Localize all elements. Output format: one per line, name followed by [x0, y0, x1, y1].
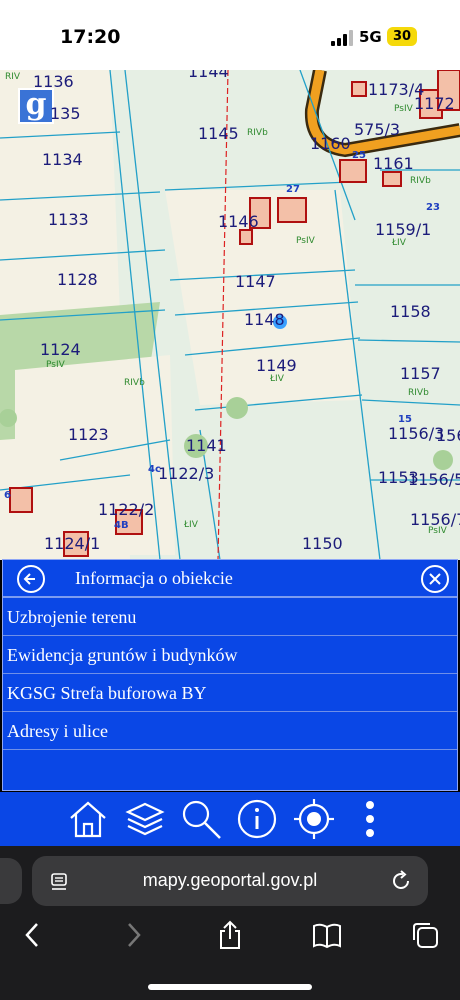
- parcel-label[interactable]: 1124/1: [44, 534, 100, 553]
- address-number: 25: [352, 150, 366, 161]
- land-class-label: RIVb: [247, 128, 268, 138]
- home-icon[interactable]: [67, 798, 109, 840]
- layers-icon[interactable]: [124, 798, 166, 840]
- bookmarks-icon[interactable]: [312, 920, 342, 950]
- parcel-label[interactable]: 1148: [244, 310, 285, 329]
- land-class-label: PsIV: [394, 104, 413, 114]
- locate-icon[interactable]: [293, 798, 335, 840]
- parcel-label[interactable]: 1134: [42, 150, 83, 169]
- parcel-label[interactable]: 1136: [33, 72, 74, 91]
- parcel-label[interactable]: 135: [50, 104, 81, 123]
- more-icon[interactable]: [349, 798, 391, 840]
- land-class-label: RIV: [5, 72, 21, 82]
- url-bar[interactable]: mapy.geoportal.gov.pl: [32, 856, 428, 906]
- parcel-label[interactable]: 1160: [310, 134, 351, 153]
- info-icon[interactable]: [236, 798, 278, 840]
- land-class-label: ŁIV: [270, 374, 284, 384]
- parcel-label[interactable]: 1145: [198, 124, 239, 143]
- forward-icon[interactable]: [118, 920, 148, 950]
- address-number: 4c: [148, 464, 161, 475]
- parcel-label[interactable]: 1161: [373, 154, 414, 173]
- status-time: 17:20: [60, 26, 121, 48]
- land-class-label: RIVb: [410, 176, 431, 186]
- parcel-label[interactable]: 1146: [218, 212, 259, 231]
- parcel-label[interactable]: 1158: [390, 302, 431, 321]
- parcel-label[interactable]: 1149: [256, 356, 297, 375]
- address-number: 23: [426, 202, 440, 213]
- address-number: 27: [286, 184, 300, 195]
- network-type: 5G: [359, 28, 382, 46]
- close-icon: [429, 573, 441, 585]
- address-number: 15: [398, 414, 412, 425]
- parcel-label[interactable]: 1141: [186, 436, 227, 455]
- panel-header: Informacja o obiekcie: [3, 560, 457, 598]
- land-class-label: RIVb: [124, 378, 145, 388]
- tabs-icon[interactable]: [410, 920, 440, 950]
- parcel-label[interactable]: 1124: [40, 340, 81, 359]
- parcel-label[interactable]: 1122/2: [98, 500, 154, 519]
- parcel-label[interactable]: 1147: [235, 272, 276, 291]
- panel-item-addresses[interactable]: Adresy i ulice: [3, 712, 457, 750]
- parcel-label[interactable]: 1159/1: [375, 220, 431, 239]
- home-indicator: [148, 984, 312, 990]
- back-button[interactable]: [17, 565, 45, 593]
- search-icon[interactable]: [180, 798, 222, 840]
- parcel-label[interactable]: 1122/3: [158, 464, 214, 483]
- map-toolbar: [0, 792, 460, 846]
- panel-item-land-registry[interactable]: Ewidencja gruntów i budynków: [3, 636, 457, 674]
- parcel-label[interactable]: 1157: [400, 364, 441, 383]
- previous-tab[interactable]: [0, 858, 22, 904]
- land-class-label: PsIV: [428, 526, 447, 536]
- back-icon[interactable]: [18, 920, 48, 950]
- battery-icon: 30: [387, 27, 417, 46]
- object-info-panel: Informacja o obiekcie Uzbrojenie terenu …: [2, 559, 458, 791]
- land-class-label: ŁIV: [392, 238, 406, 248]
- parcel-label[interactable]: 1133: [48, 210, 89, 229]
- browser-chrome: mapy.geoportal.gov.pl: [0, 846, 460, 1000]
- panel-item-buffer-zone[interactable]: KGSG Strefa buforowa BY: [3, 674, 457, 712]
- parcel-label[interactable]: 575/3: [354, 120, 400, 139]
- arrow-left-icon: [23, 573, 35, 585]
- land-class-label: PsIV: [296, 236, 315, 246]
- panel-item-utilities[interactable]: Uzbrojenie terenu: [3, 598, 457, 636]
- parcel-label[interactable]: 1144: [188, 70, 229, 81]
- status-bar: 17:20 5G 30: [0, 0, 460, 70]
- parcel-label[interactable]: 1123: [68, 425, 109, 444]
- map-view[interactable]: g 1136 135 1134 1133 1128 1124 1123 1145…: [0, 70, 460, 560]
- cellular-signal-icon: [331, 30, 353, 46]
- parcel-label[interactable]: 1128: [57, 270, 98, 289]
- address-number: 4B: [114, 520, 129, 531]
- geoportal-logo[interactable]: g: [18, 88, 54, 124]
- share-icon[interactable]: [215, 920, 245, 950]
- land-class-label: RIVb: [408, 388, 429, 398]
- parcel-label[interactable]: 1150: [302, 534, 343, 553]
- parcel-label[interactable]: 1156/5: [408, 470, 460, 489]
- url-text: mapy.geoportal.gov.pl: [142, 870, 318, 890]
- land-class-label: PsIV: [46, 360, 65, 370]
- close-button[interactable]: [421, 565, 449, 593]
- address-number: 6: [4, 490, 11, 501]
- land-class-label: ŁIV: [184, 520, 198, 530]
- panel-title: Informacja o obiekcie: [75, 568, 233, 588]
- reload-icon[interactable]: [390, 870, 412, 892]
- parcel-label[interactable]: 1172: [414, 94, 455, 113]
- parcel-label[interactable]: 156: [436, 426, 460, 445]
